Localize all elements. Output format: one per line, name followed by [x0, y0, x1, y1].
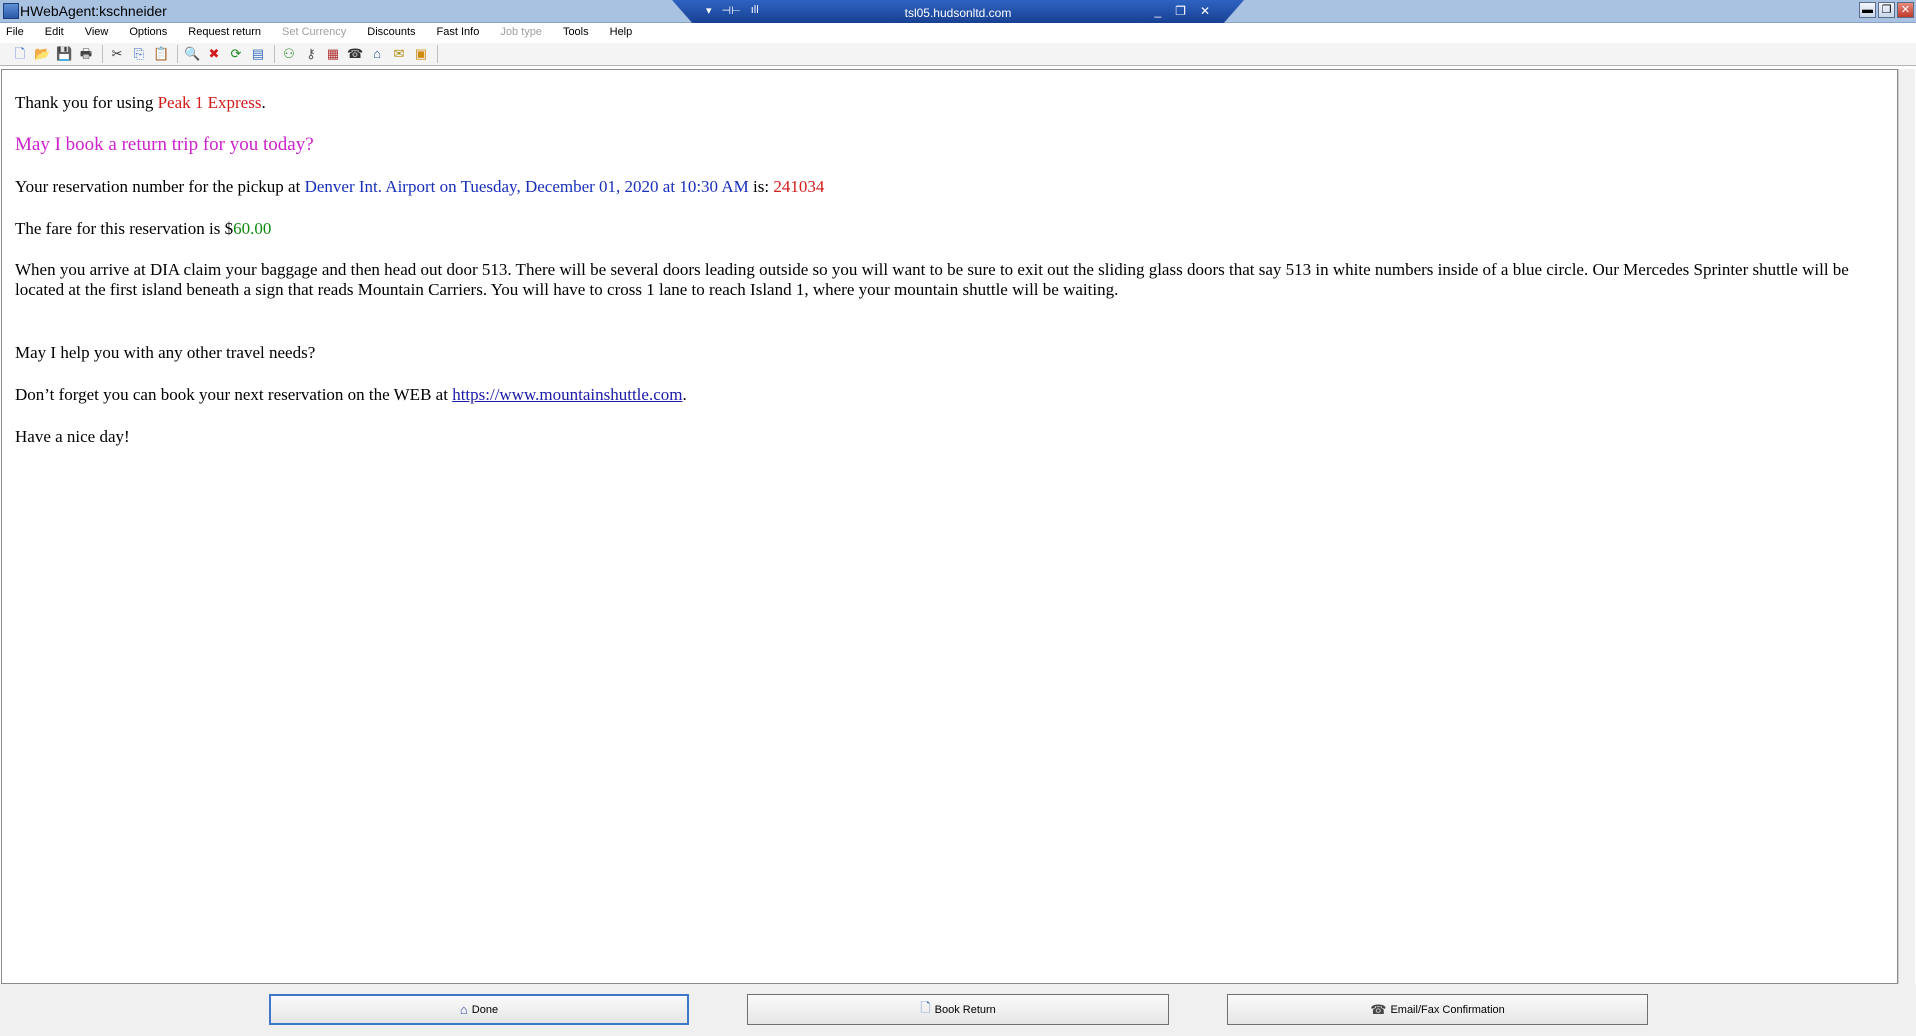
menu-options[interactable]: Options: [129, 23, 167, 43]
envelope-icon[interactable]: ✉: [391, 46, 407, 62]
remote-session-right-controls: _ ❐ ✕: [1154, 4, 1210, 18]
restore-icon[interactable]: ❐: [1878, 2, 1895, 18]
save-icon[interactable]: 💾: [56, 46, 72, 62]
email-fax-button-label: Email/Fax Confirmation: [1390, 1003, 1505, 1016]
document-icon[interactable]: ▤: [250, 46, 266, 62]
close-icon[interactable]: ✕: [1897, 2, 1914, 18]
toolbar-separator: [177, 45, 178, 63]
pickup-time: 10:30 AM: [679, 177, 749, 196]
home-icon[interactable]: ⌂: [369, 46, 385, 62]
note-icon[interactable]: ▣: [413, 46, 429, 62]
web-prefix: Don’t forget you can book your next rese…: [15, 385, 453, 404]
menu-bar: File Edit View Options Request return Se…: [0, 23, 1916, 43]
thanks-line: Thank you for using Peak 1 Express.: [15, 92, 1897, 113]
menu-request-return[interactable]: Request return: [188, 23, 261, 43]
app-icon: [3, 3, 19, 19]
menu-job-type: Job type: [500, 26, 542, 38]
copy-icon[interactable]: ⎘: [131, 46, 147, 62]
done-button[interactable]: ⌂ Done: [269, 994, 689, 1025]
reservation-is: is:: [748, 177, 774, 196]
web-booking-line: Don’t forget you can book your next rese…: [15, 384, 1897, 405]
done-button-label: Done: [471, 1003, 499, 1016]
menu-tools[interactable]: Tools: [563, 23, 589, 43]
reservation-prefix: Your reservation number for the pickup a…: [15, 177, 305, 196]
menu-view[interactable]: View: [85, 23, 109, 43]
menu-set-currency: Set Currency: [282, 26, 347, 38]
report-icon[interactable]: ▦: [325, 46, 341, 62]
paste-icon[interactable]: 📋: [153, 46, 169, 62]
users-icon[interactable]: ⚇: [281, 46, 297, 62]
menu-file[interactable]: File: [6, 23, 24, 43]
toolbar-separator: [102, 45, 103, 63]
home-icon: ⌂: [459, 1002, 468, 1017]
menu-edit[interactable]: Edit: [45, 23, 64, 43]
toolbar-separator: [274, 45, 275, 63]
document-icon: 🗋: [920, 999, 931, 1015]
website-link[interactable]: https://www.mountainshuttle.com: [452, 385, 682, 404]
remote-restore-icon[interactable]: ❐: [1175, 4, 1186, 18]
menu-fast-info[interactable]: Fast Info: [437, 23, 480, 43]
fax-icon: ☎: [1370, 1001, 1387, 1017]
closing-line: Have a nice day!: [15, 427, 130, 446]
email-fax-button[interactable]: ☎ Email/Fax Confirmation: [1227, 994, 1648, 1025]
find-icon[interactable]: 🔍: [184, 46, 200, 62]
reservation-number: 241034: [773, 177, 825, 196]
thanks-suffix: .: [261, 93, 266, 112]
action-bar: ⌂ Done 🗋 Book Return ☎ Email/Fax Confirm…: [0, 984, 1916, 1036]
reservation-on: on: [435, 177, 461, 196]
window-controls: ▬ ❐ ✕: [1859, 2, 1914, 18]
pickup-instructions: When you arrive at DIA claim your baggag…: [15, 260, 1849, 299]
reservation-at: at: [658, 177, 680, 196]
fare-prefix: The fare for this reservation is $: [15, 219, 234, 238]
pickup-location: Denver Int. Airport: [304, 177, 436, 196]
remote-minimize-icon[interactable]: _: [1154, 4, 1161, 18]
thanks-prefix: Thank you for using: [15, 93, 158, 112]
minimize-icon[interactable]: ▬: [1859, 2, 1876, 18]
reservation-line: Your reservation number for the pickup a…: [15, 176, 1897, 197]
fax-icon[interactable]: ☎: [347, 46, 363, 62]
confirmation-content: Thank you for using Peak 1 Express. May …: [1, 69, 1898, 984]
return-trip-question: May I book a return trip for you today?: [15, 134, 314, 155]
web-suffix: .: [682, 385, 687, 404]
fare-line: The fare for this reservation is $60.00: [15, 218, 1897, 239]
remote-close-icon[interactable]: ✕: [1200, 4, 1210, 18]
delete-icon[interactable]: ✖: [206, 46, 222, 62]
key-icon[interactable]: ⚷: [303, 46, 319, 62]
cut-icon[interactable]: ✂: [109, 46, 125, 62]
toolbar-separator: [437, 45, 438, 63]
print-icon[interactable]: 🖶: [78, 46, 94, 62]
refresh-doc-icon[interactable]: ⟳: [228, 46, 244, 62]
menu-help[interactable]: Help: [610, 23, 633, 43]
menu-discounts[interactable]: Discounts: [367, 23, 415, 43]
vertical-scrollbar[interactable]: [1898, 69, 1915, 984]
help-question: May I help you with any other travel nee…: [15, 343, 316, 362]
toolbar: 🗋 📂 💾 🖶 ✂ ⎘ 📋 🔍 ✖ ⟳ ▤ ⚇ ⚷ ▦ ☎ ⌂ ✉ ▣: [0, 43, 1916, 66]
new-doc-icon[interactable]: 🗋: [12, 46, 28, 62]
window-title: HWebAgent:kschneider: [20, 3, 167, 19]
company-name: Peak 1 Express: [157, 93, 262, 112]
open-folder-icon[interactable]: 📂: [34, 46, 50, 62]
pickup-date: Tuesday, December 01, 2020: [460, 177, 659, 196]
book-return-button-label: Book Return: [934, 1003, 996, 1016]
fare-amount: 60.00: [233, 219, 272, 238]
book-return-button[interactable]: 🗋 Book Return: [747, 994, 1169, 1025]
